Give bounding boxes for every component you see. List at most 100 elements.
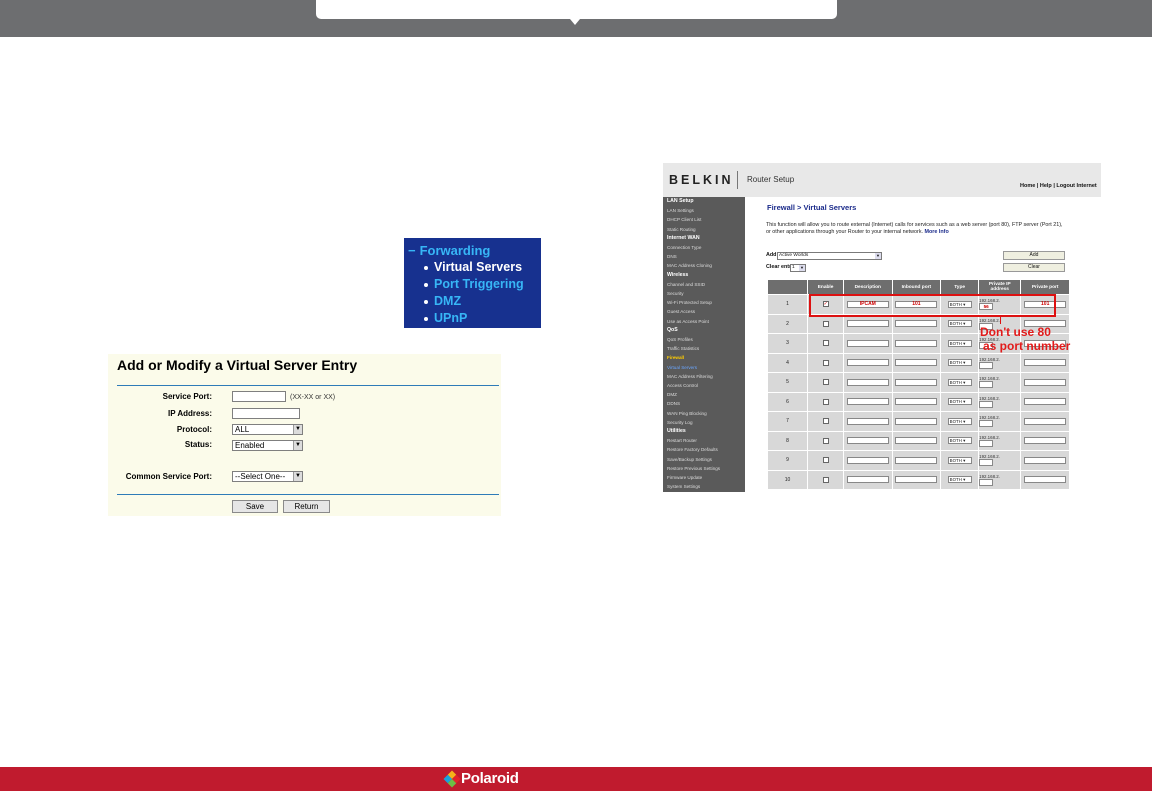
sidebar-item[interactable]: Restart Router bbox=[667, 436, 745, 445]
service-port-input[interactable] bbox=[232, 391, 286, 402]
type-select[interactable]: BOTH ▾ bbox=[947, 359, 972, 367]
ip-last-octet-input[interactable] bbox=[979, 420, 994, 428]
sidebar-item[interactable]: Guest Access bbox=[667, 307, 745, 316]
ip-last-octet-input[interactable] bbox=[979, 361, 994, 369]
menu-item-upnp[interactable]: UPnP bbox=[408, 310, 541, 327]
menu-item-dmz[interactable]: DMZ bbox=[408, 293, 541, 310]
enable-checkbox[interactable] bbox=[822, 476, 829, 483]
private-port-input[interactable] bbox=[1024, 359, 1067, 367]
enable-checkbox[interactable] bbox=[822, 320, 829, 327]
more-info-link[interactable]: More Info bbox=[925, 229, 949, 235]
sidebar-item[interactable]: Firmware Update bbox=[667, 473, 745, 482]
clear-entry-select[interactable]: 1 ▼ bbox=[790, 264, 806, 272]
sidebar-item[interactable]: MAC Address Filtering bbox=[667, 372, 745, 381]
column-header: Inbound port bbox=[891, 279, 942, 295]
description-input[interactable] bbox=[846, 320, 889, 328]
ip-last-octet-input[interactable] bbox=[979, 439, 994, 447]
sidebar-item[interactable]: WAN Ping Blocking bbox=[667, 409, 745, 418]
private-port-input[interactable] bbox=[1024, 437, 1067, 445]
enable-checkbox[interactable] bbox=[822, 359, 829, 366]
type-select[interactable]: BOTH ▾ bbox=[947, 417, 972, 425]
sidebar-item[interactable]: MAC Address Cloning bbox=[667, 261, 745, 270]
inbound-port-input[interactable] bbox=[895, 378, 938, 386]
enable-checkbox[interactable] bbox=[822, 437, 829, 444]
description-input[interactable] bbox=[846, 378, 889, 386]
type-select[interactable]: BOTH ▾ bbox=[947, 378, 972, 386]
menu-item-virtual-servers[interactable]: Virtual Servers bbox=[408, 259, 541, 276]
type-select[interactable]: BOTH ▾ bbox=[947, 437, 972, 445]
enable-checkbox[interactable] bbox=[822, 418, 829, 425]
description-input[interactable] bbox=[846, 456, 889, 464]
sidebar-item[interactable]: DNS bbox=[667, 252, 745, 261]
private-port-input[interactable] bbox=[1024, 417, 1067, 425]
sidebar-item[interactable]: Channel and SSID bbox=[667, 280, 745, 289]
common-service-port-select[interactable]: --Select One-- ▼ bbox=[232, 471, 303, 482]
type-select[interactable]: BOTH ▾ bbox=[947, 476, 972, 484]
belkin-header: BELKIN Router Setup Home | Help | Logout… bbox=[663, 163, 1101, 197]
inbound-port-input[interactable] bbox=[895, 417, 938, 425]
ip-last-octet-input[interactable] bbox=[979, 400, 994, 408]
inbound-port-input[interactable] bbox=[895, 456, 938, 464]
enable-checkbox[interactable] bbox=[822, 379, 829, 386]
enable-checkbox[interactable] bbox=[822, 398, 829, 405]
sidebar-item[interactable]: Restore Previous Settings bbox=[667, 464, 745, 473]
type-select[interactable]: BOTH ▾ bbox=[947, 339, 972, 347]
enable-checkbox[interactable] bbox=[822, 457, 829, 464]
sidebar-item[interactable]: Connection Type bbox=[667, 243, 745, 252]
description-input[interactable] bbox=[846, 359, 889, 367]
private-port-input[interactable] bbox=[1024, 378, 1067, 386]
description-input[interactable] bbox=[846, 437, 889, 445]
enable-cell bbox=[807, 469, 845, 490]
private-port-input[interactable] bbox=[1024, 456, 1067, 464]
sidebar-item[interactable]: DMZ bbox=[667, 390, 745, 399]
save-button[interactable]: Save bbox=[232, 500, 278, 513]
sidebar-item[interactable]: DHCP Client List bbox=[667, 215, 745, 224]
return-button[interactable]: Return bbox=[283, 500, 330, 513]
sidebar-item[interactable]: DDNS bbox=[667, 399, 745, 408]
sidebar-item[interactable]: Virtual Servers bbox=[667, 363, 745, 372]
type-cell: BOTH ▾ bbox=[940, 450, 980, 471]
clear-button[interactable]: Clear bbox=[1003, 263, 1065, 272]
protocol-select[interactable]: ALL ▼ bbox=[232, 424, 303, 435]
private-port-input[interactable] bbox=[1024, 476, 1067, 484]
inbound-port-input[interactable] bbox=[895, 398, 938, 406]
status-select[interactable]: Enabled ▼ bbox=[232, 440, 303, 451]
description-input[interactable] bbox=[846, 476, 889, 484]
sidebar-item[interactable]: Static Routing bbox=[667, 225, 745, 234]
add-service-select[interactable]: Active Worlds ▼ bbox=[777, 252, 882, 260]
app-title: Router Setup bbox=[747, 175, 795, 184]
sidebar-item[interactable]: Firewall bbox=[667, 353, 745, 362]
sidebar-item[interactable]: Use as Access Point bbox=[667, 317, 745, 326]
type-select[interactable]: BOTH ▾ bbox=[947, 320, 972, 328]
sidebar-item[interactable]: LAN Settings bbox=[667, 206, 745, 215]
top-links[interactable]: Home | Help | Logout Internet bbox=[1020, 183, 1097, 189]
add-button[interactable]: Add bbox=[1003, 251, 1065, 260]
ip-address-input[interactable] bbox=[232, 408, 300, 419]
inbound-port-input[interactable] bbox=[895, 320, 938, 328]
inbound-port-input[interactable] bbox=[895, 339, 938, 347]
sidebar-item[interactable]: Wi-Fi Protected Setup bbox=[667, 298, 745, 307]
description-input[interactable] bbox=[846, 398, 889, 406]
type-select[interactable]: BOTH ▾ bbox=[947, 456, 972, 464]
ip-last-octet-input[interactable] bbox=[979, 381, 994, 389]
ip-last-octet-input[interactable] bbox=[979, 459, 994, 467]
type-select[interactable]: BOTH ▾ bbox=[947, 398, 972, 406]
description-input[interactable] bbox=[846, 417, 889, 425]
sidebar-item[interactable]: Security bbox=[667, 289, 745, 298]
sidebar-item[interactable]: Traffic Statistics bbox=[667, 344, 745, 353]
inbound-port-input[interactable] bbox=[895, 476, 938, 484]
private-port-input[interactable] bbox=[1024, 398, 1067, 406]
sidebar-item[interactable]: QoS Profiles bbox=[667, 335, 745, 344]
sidebar-item[interactable]: Security Log bbox=[667, 418, 745, 427]
sidebar-item[interactable]: Save/Backup Settings bbox=[667, 455, 745, 464]
ip-last-octet-input[interactable] bbox=[979, 478, 994, 486]
sidebar-item[interactable]: Access Control bbox=[667, 381, 745, 390]
description-input[interactable] bbox=[846, 339, 889, 347]
inbound-port-input[interactable] bbox=[895, 359, 938, 367]
forwarding-heading[interactable]: − Forwarding bbox=[408, 242, 541, 259]
enable-checkbox[interactable] bbox=[822, 340, 829, 347]
sidebar-item[interactable]: System Settings bbox=[667, 482, 745, 491]
sidebar-item[interactable]: Restore Factory Defaults bbox=[667, 445, 745, 454]
menu-item-port-triggering[interactable]: Port Triggering bbox=[408, 276, 541, 293]
inbound-port-input[interactable] bbox=[895, 437, 938, 445]
